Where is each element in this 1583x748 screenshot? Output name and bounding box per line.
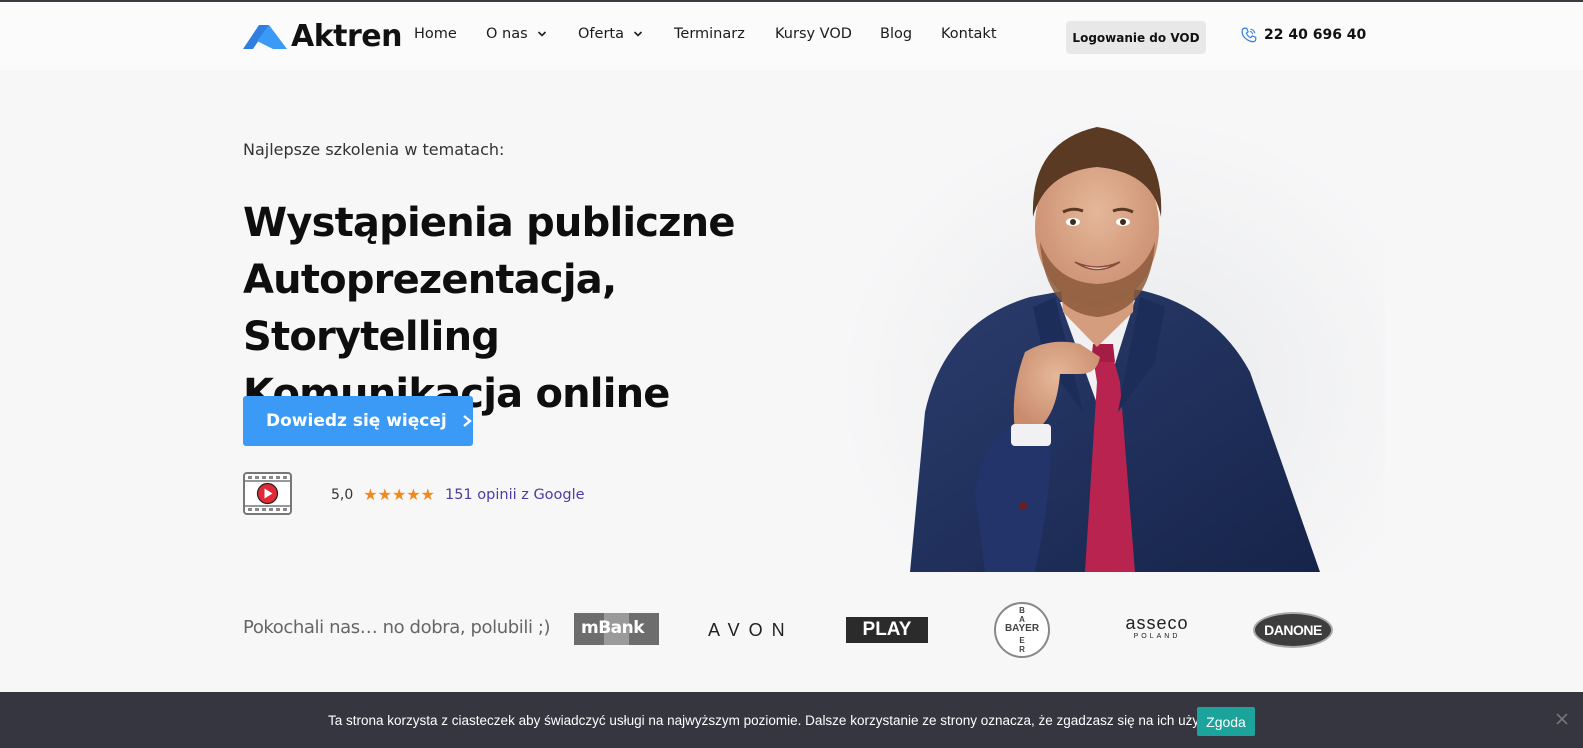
phone-link[interactable]: 22 40 696 40 xyxy=(1240,26,1366,44)
cookie-accept-button[interactable]: Zgoda xyxy=(1197,707,1255,736)
aktren-logo-icon xyxy=(243,25,287,49)
cta-label: Dowiedz się więcej xyxy=(266,411,447,431)
logo-text: asseco xyxy=(1125,613,1189,633)
nav-blog[interactable]: Blog xyxy=(880,26,912,42)
google-reviews-link[interactable]: 151 opinii z Google xyxy=(445,487,585,503)
danone-logo: DANONE xyxy=(1253,612,1333,648)
hero-subtitle: Najlepsze szkolenia w tematach: xyxy=(243,140,505,159)
nav-label: Home xyxy=(414,26,457,42)
nav-label: Terminarz xyxy=(674,26,745,42)
nav-oferta[interactable]: Oferta xyxy=(578,26,643,42)
bayer-logo: BAYER BA ER xyxy=(994,602,1050,658)
google-rating: 5,0 ★★★★★ 151 opinii z Google xyxy=(331,485,585,504)
headline-line: Autoprezentacja, Storytelling xyxy=(243,257,617,360)
nav-label: Blog xyxy=(880,26,913,42)
rating-stars: ★★★★★ xyxy=(363,485,435,504)
mbank-logo: mBank xyxy=(574,613,659,645)
asseco-logo: asseco POLAND xyxy=(1104,613,1210,645)
nav-label: O nas xyxy=(486,26,528,42)
hero-headline: Wystąpienia publiczne Autoprezentacja, S… xyxy=(243,195,883,423)
bayer-vertical-letters: ER xyxy=(1019,636,1025,654)
rating-value: 5,0 xyxy=(331,486,354,503)
site-logo[interactable]: Aktren xyxy=(243,18,403,54)
clients-label: Pokochali nas… no dobra, polubili ;) xyxy=(243,617,551,638)
learn-more-button[interactable]: Dowiedz się więcej xyxy=(243,396,473,446)
chevron-down-icon xyxy=(633,31,643,37)
logo-subtext: POLAND xyxy=(1133,633,1181,640)
phone-number: 22 40 696 40 xyxy=(1264,27,1367,43)
logo-text: PLAY xyxy=(862,619,912,640)
nav-label: Kursy VOD xyxy=(775,26,852,42)
logo-text: DANONE xyxy=(1264,622,1322,638)
avon-logo: AVON xyxy=(708,620,794,640)
phone-icon xyxy=(1241,27,1257,43)
hero-photo xyxy=(835,112,1385,572)
nav-terminarz[interactable]: Terminarz xyxy=(674,26,745,42)
video-play-icon[interactable] xyxy=(243,472,292,515)
person-portrait-image xyxy=(910,127,1320,572)
logo-text: Aktren xyxy=(291,18,403,54)
headline-line: Wystąpienia publiczne xyxy=(243,200,735,246)
nav-label: Kontakt xyxy=(941,26,997,42)
close-icon[interactable] xyxy=(1551,708,1573,730)
cookie-text: Ta strona korzysta z ciasteczek aby świa… xyxy=(328,713,1221,728)
nav-label: Oferta xyxy=(578,26,624,42)
site-header: Aktren Home O nas Oferta Terminarz Kursy… xyxy=(0,2,1583,70)
play-logo: PLAY xyxy=(846,617,928,643)
cookie-banner: Ta strona korzysta z ciasteczek aby świa… xyxy=(0,692,1583,748)
chevron-down-icon xyxy=(537,31,546,37)
bayer-vertical-letters: BA xyxy=(1019,606,1025,624)
chevron-right-icon xyxy=(462,415,472,427)
login-vod-button[interactable]: Logowanie do VOD xyxy=(1066,21,1206,54)
logo-text: BAYER xyxy=(1004,623,1040,634)
nav-kursy-vod[interactable]: Kursy VOD xyxy=(775,26,852,42)
nav-home[interactable]: Home xyxy=(414,26,457,42)
logo-text: mBank xyxy=(581,618,645,638)
nav-o-nas[interactable]: O nas xyxy=(486,26,547,42)
nav-kontakt[interactable]: Kontakt xyxy=(941,26,997,42)
